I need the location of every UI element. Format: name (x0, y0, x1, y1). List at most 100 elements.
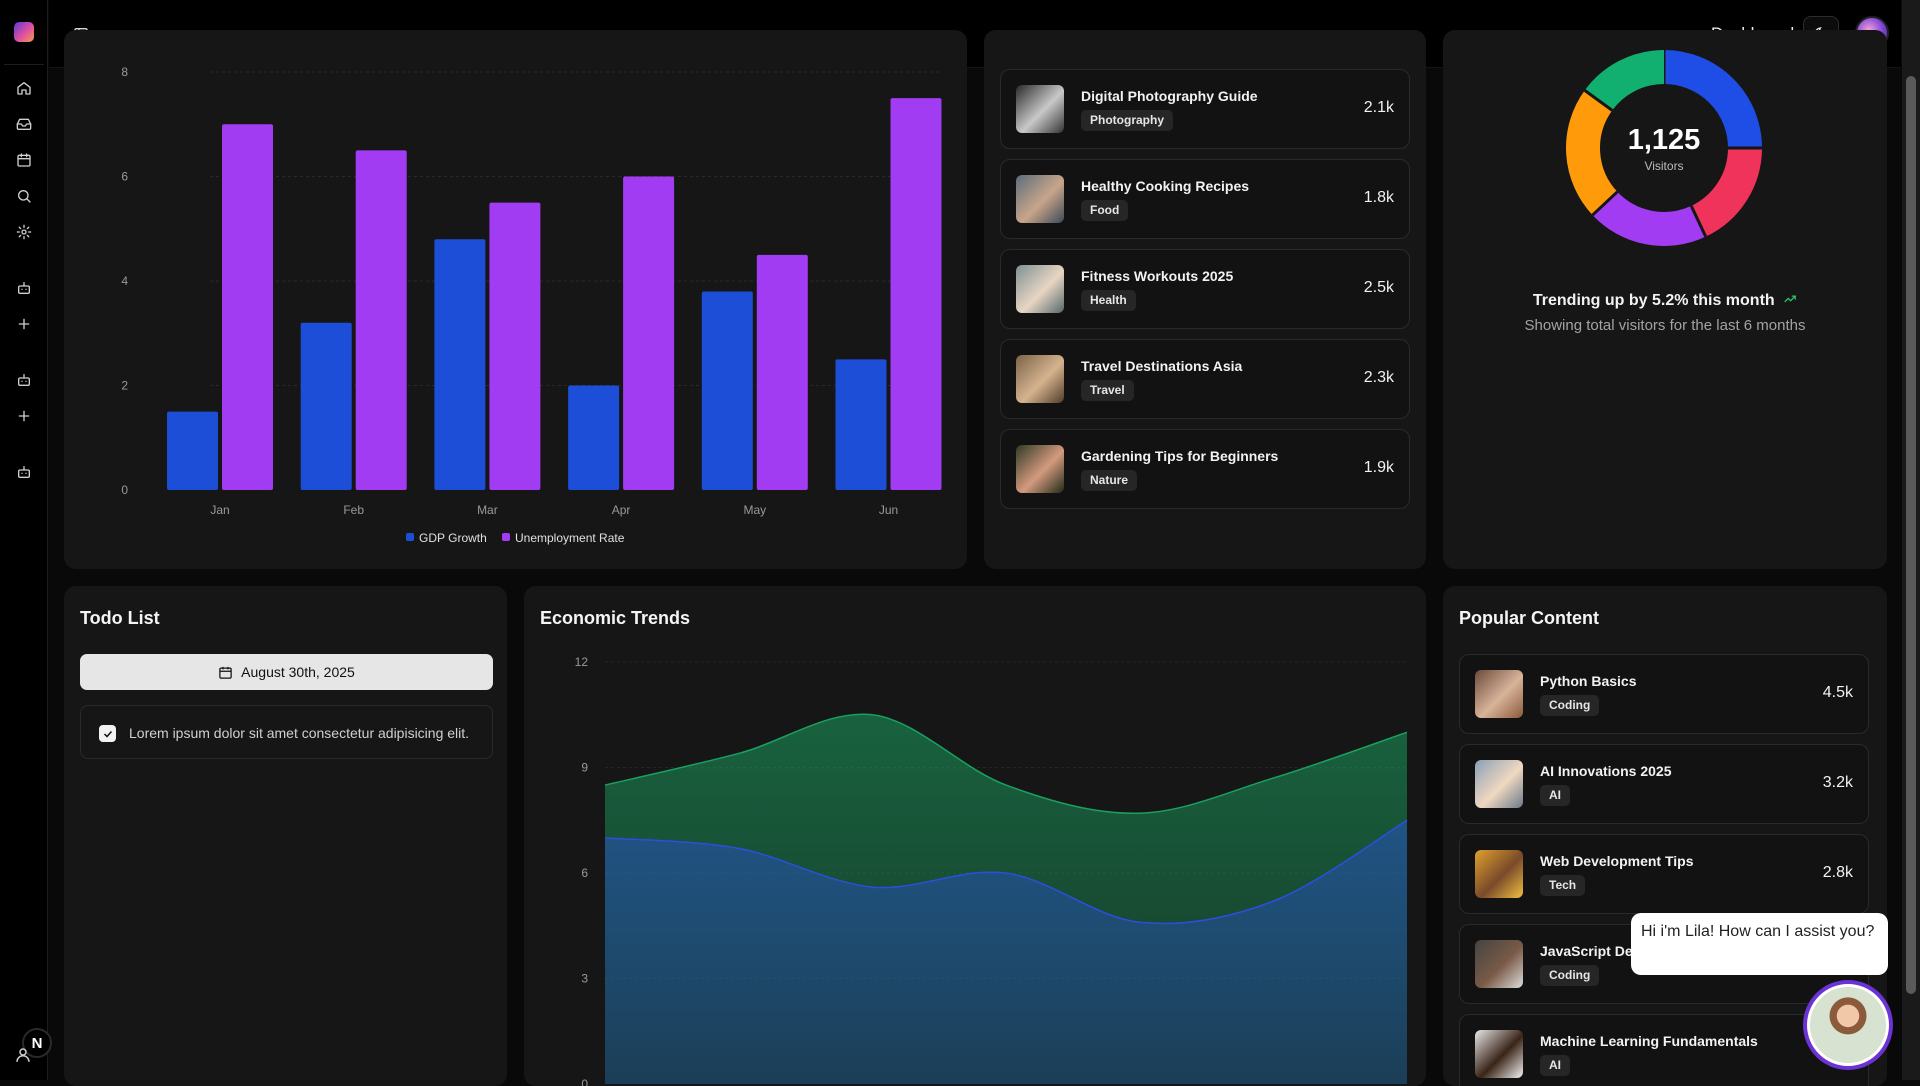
category-tag: AI (1540, 785, 1570, 806)
item-views: 2.1k (1363, 99, 1394, 116)
x-tick-label: Jan (210, 503, 229, 517)
x-tick-label: Jun (879, 503, 898, 517)
x-tick-label: May (743, 503, 766, 517)
content-thumbnail (1475, 670, 1523, 718)
list-item[interactable]: Travel Destinations Asia Travel 2.3k (1000, 339, 1410, 419)
bar (623, 176, 675, 490)
search-icon[interactable] (12, 184, 36, 208)
todo-title: Todo List (80, 608, 160, 628)
scrollbar-thumb[interactable] (1906, 76, 1916, 994)
item-title: Healthy Cooking Recipes (1081, 178, 1250, 194)
list-item[interactable]: AI Innovations 2025 AI 3.2k (1459, 744, 1869, 824)
category-tag: Coding (1540, 965, 1600, 986)
legend-swatch (502, 533, 510, 541)
category-tag: Nature (1081, 470, 1138, 491)
date-label: August 30th, 2025 (241, 664, 355, 680)
list-item[interactable]: Fitness Workouts 2025 Health 2.5k (1000, 249, 1410, 329)
bar (355, 150, 407, 490)
item-title: AI Innovations 2025 (1540, 763, 1672, 779)
add-icon[interactable] (12, 404, 36, 428)
economic-area-chart: 0 3 6 9 12 (575, 655, 1408, 1086)
bar (434, 239, 486, 490)
trend-text: Trending up by 5.2% this month (1443, 292, 1887, 310)
x-tick-label: Mar (477, 503, 498, 517)
y-tick-label: 0 (581, 1077, 588, 1086)
list-item[interactable]: Healthy Cooking Recipes Food 1.8k (1000, 159, 1410, 239)
bar (568, 385, 620, 490)
content-thumbnail (1475, 1030, 1523, 1078)
chat-bubble[interactable]: Hi i'm Lila! How can I assist you? (1631, 913, 1888, 975)
content-thumbnail (1016, 355, 1064, 403)
trending-up-icon (1784, 295, 1797, 303)
bar (489, 202, 541, 490)
item-views: 3.2k (1822, 774, 1853, 791)
y-tick-label: 12 (575, 655, 589, 669)
category-tag: AI (1540, 1055, 1570, 1076)
legend-label: Unemployment Rate (515, 531, 625, 545)
bar (835, 359, 887, 490)
bot-icon[interactable] (12, 460, 36, 484)
list-item[interactable]: Gardening Tips for Beginners Nature 1.9k (1000, 429, 1410, 509)
content-thumbnail (1475, 850, 1523, 898)
item-title: Digital Photography Guide (1081, 88, 1258, 104)
todo-item: Lorem ipsum dolor sit amet consectetur a… (80, 705, 493, 759)
bot-icon[interactable] (12, 276, 36, 300)
add-icon[interactable] (12, 312, 36, 336)
item-views: 2.8k (1822, 864, 1853, 881)
y-tick-label: 2 (121, 379, 128, 393)
content-thumbnail (1016, 265, 1064, 313)
inbox-icon[interactable] (12, 112, 36, 136)
check-icon (103, 730, 112, 738)
item-views: 1.9k (1363, 459, 1394, 476)
content-list-card: Digital Photography Guide Photography 2.1k… (984, 30, 1426, 569)
y-tick-label: 9 (581, 761, 588, 775)
list-item[interactable]: Web Development Tips Tech 2.8k (1459, 834, 1869, 914)
item-views: 4.5k (1822, 684, 1853, 701)
visitors-card: 1,125 Visitors Trending up by 5.2% this … (1443, 30, 1887, 569)
bar (701, 291, 753, 490)
trend-subtitle: Showing total visitors for the last 6 mo… (1524, 317, 1806, 334)
category-tag: Tech (1540, 875, 1586, 896)
item-views: 1.8k (1363, 189, 1394, 206)
bar-chart-card: 0 2 4 6 8 Jan Feb Mar Apr May Jun GDP Growth Unemplo… (64, 30, 967, 569)
item-title: Fitness Workouts 2025 (1081, 268, 1234, 284)
economic-trends-card: Economic Trends 0 3 6 9 12 (524, 586, 1426, 1086)
settings-icon[interactable] (12, 220, 36, 244)
content-thumbnail (1475, 940, 1523, 988)
category-tag: Photography (1081, 110, 1173, 131)
bar (222, 124, 273, 490)
category-tag: Coding (1540, 695, 1600, 716)
todo-checkbox[interactable] (99, 725, 116, 742)
content-thumbnail (1016, 445, 1064, 493)
item-views: 2.5k (1363, 279, 1394, 296)
donut-center: 1,125 Visitors (1565, 49, 1763, 247)
bot-icon[interactable] (12, 368, 36, 392)
visitors-label: Visitors (1644, 158, 1684, 173)
legend-label: GDP Growth (419, 531, 487, 545)
category-tag: Travel (1081, 380, 1134, 401)
home-icon[interactable] (12, 76, 36, 100)
visitors-total: 1,125 (1627, 123, 1701, 156)
item-views: 2.3k (1363, 369, 1394, 386)
list-item[interactable]: Digital Photography Guide Photography 2.1k (1000, 69, 1410, 149)
calendar-icon[interactable] (12, 148, 36, 172)
rail-divider (4, 64, 44, 65)
todo-text: Lorem ipsum dolor sit amet consectetur a… (129, 725, 470, 741)
item-title: JavaScript Dee (1540, 943, 1641, 959)
bar (890, 98, 942, 490)
user-icon[interactable] (14, 1046, 32, 1064)
list-item[interactable]: Python Basics Coding 4.5k (1459, 654, 1869, 734)
category-tag: Food (1081, 200, 1129, 221)
bar-chart: 0 2 4 6 8 Jan Feb Mar Apr May Jun GDP Growth Unemplo… (121, 65, 942, 545)
app-logo[interactable] (14, 22, 34, 42)
legend-swatch (406, 533, 414, 541)
y-tick-label: 0 (121, 483, 128, 497)
content-thumbnail (1016, 85, 1064, 133)
content-thumbnail (1475, 760, 1523, 808)
x-tick-label: Feb (343, 503, 364, 517)
category-tag: Health (1081, 290, 1136, 311)
item-title: Machine Learning Fundamentals (1540, 1033, 1758, 1049)
date-picker-button[interactable]: August 30th, 2025 (80, 654, 493, 690)
assistant-avatar[interactable] (1803, 980, 1893, 1070)
x-tick-label: Apr (612, 503, 631, 517)
